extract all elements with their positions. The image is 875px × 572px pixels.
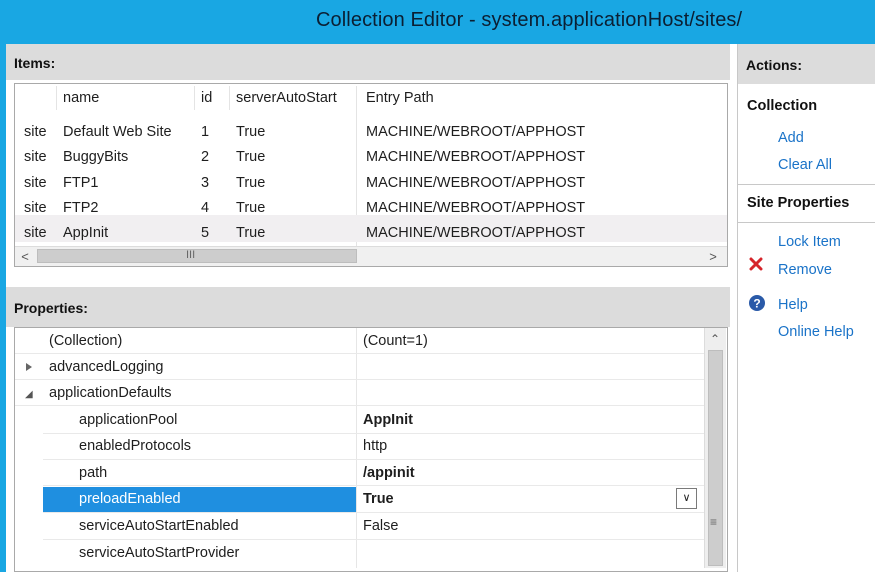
property-name: advancedLogging — [49, 359, 164, 375]
row-entry-path: MACHINE/WEBROOT/APPHOST — [366, 149, 586, 165]
row-name: Default Web Site — [63, 124, 172, 140]
property-name: serviceAutoStartEnabled — [79, 518, 239, 534]
action-group-collection: Collection — [747, 98, 818, 114]
column-divider — [56, 86, 57, 110]
row-divider — [43, 433, 704, 434]
remove-icon — [749, 257, 763, 274]
property-name: applicationPool — [79, 412, 178, 428]
title-bar[interactable]: Collection Editor - system.applicationHo… — [0, 0, 875, 44]
properties-header-label: Properties: — [14, 300, 88, 316]
row-serverautostart: True — [236, 124, 266, 140]
row-entry-path: MACHINE/WEBROOT/APPHOST — [366, 225, 586, 241]
column-divider — [229, 86, 230, 110]
row-type: site — [24, 124, 47, 140]
column-header-serverautostart[interactable]: serverAutoStart — [236, 90, 337, 106]
online-help-link[interactable]: Online Help — [778, 324, 854, 340]
row-id: 5 — [201, 225, 210, 241]
scroll-left-button[interactable]: < — [15, 247, 35, 266]
property-name: preloadEnabled — [79, 491, 181, 507]
items-header-label: Items: — [14, 55, 56, 71]
row-entry-path: MACHINE/WEBROOT/APPHOST — [366, 124, 586, 140]
lock-item-link[interactable]: Lock Item — [778, 234, 841, 250]
chevron-down-icon: ∨ — [682, 492, 691, 504]
column-divider — [194, 86, 195, 110]
actions-header: Actions: — [738, 44, 875, 84]
property-value: AppInit — [363, 412, 413, 428]
row-divider — [43, 539, 704, 540]
scroll-thumb[interactable]: III — [37, 249, 357, 263]
remove-link[interactable]: Remove — [778, 262, 832, 278]
expand-arrow-icon[interactable] — [26, 363, 32, 371]
row-type: site — [24, 175, 47, 191]
property-name: serviceAutoStartProvider — [79, 545, 240, 561]
row-type: site — [24, 200, 47, 216]
property-name: path — [79, 465, 108, 481]
scroll-grip-icon: ≡ — [710, 515, 718, 529]
add-link[interactable]: Add — [778, 130, 804, 146]
row-type: site — [24, 225, 47, 241]
row-serverautostart: True — [236, 175, 266, 191]
collapse-arrow-icon[interactable]: ◢ — [25, 389, 33, 400]
properties-header: Properties: — [6, 287, 730, 327]
column-header-entry-path[interactable]: Entry Path — [366, 90, 434, 106]
row-serverautostart: True — [236, 225, 266, 241]
property-name: applicationDefaults — [49, 385, 172, 401]
column-header-id[interactable]: id — [201, 90, 212, 106]
property-value: (Count=1) — [363, 333, 428, 349]
clear-all-link[interactable]: Clear All — [778, 157, 832, 173]
items-horizontal-scrollbar[interactable]: < III > — [15, 246, 727, 266]
dropdown-button[interactable]: ∨ — [676, 488, 697, 509]
row-id: 2 — [201, 149, 210, 165]
row-id: 3 — [201, 175, 210, 191]
help-link[interactable]: Help — [778, 297, 808, 313]
row-id: 4 — [201, 200, 210, 216]
row-type: site — [24, 149, 47, 165]
column-header-name[interactable]: name — [63, 90, 99, 106]
row-divider — [15, 379, 704, 380]
row-divider — [15, 405, 704, 406]
row-divider — [43, 485, 704, 486]
property-value[interactable]: True — [363, 491, 394, 507]
help-icon: ? — [748, 294, 766, 315]
scroll-right-button[interactable]: > — [703, 247, 723, 266]
property-name: enabledProtocols — [79, 438, 192, 454]
row-serverautostart: True — [236, 149, 266, 165]
scroll-grip-icon: III — [186, 249, 196, 261]
property-value: /appinit — [363, 465, 415, 481]
window-title: Collection Editor - system.applicationHo… — [316, 9, 743, 31]
properties-vertical-scrollbar[interactable]: ⌃ ≡ — [704, 328, 726, 568]
action-divider — [738, 222, 875, 223]
action-divider — [738, 184, 875, 185]
row-entry-path: MACHINE/WEBROOT/APPHOST — [366, 200, 586, 216]
property-value: http — [363, 438, 388, 454]
scroll-up-button[interactable]: ⌃ — [710, 332, 720, 346]
property-name: (Collection) — [49, 333, 123, 349]
row-serverautostart: True — [236, 200, 266, 216]
row-name: AppInit — [63, 225, 109, 241]
row-name: FTP2 — [63, 200, 99, 216]
action-group-site-properties: Site Properties — [747, 195, 850, 211]
actions-header-label: Actions: — [746, 57, 802, 73]
actions-pane: Actions: Collection Add Clear All Site P… — [737, 44, 875, 572]
row-divider — [43, 459, 704, 460]
row-divider — [43, 512, 704, 513]
scroll-thumb[interactable]: ≡ — [708, 350, 723, 566]
row-name: FTP1 — [63, 175, 99, 191]
svg-text:?: ? — [753, 297, 760, 311]
row-entry-path: MACHINE/WEBROOT/APPHOST — [366, 175, 586, 191]
row-id: 1 — [201, 124, 210, 140]
row-name: BuggyBits — [63, 149, 129, 165]
property-value: False — [363, 518, 399, 534]
items-header: Items: — [6, 44, 730, 80]
property-column-divider — [356, 328, 357, 568]
row-divider — [15, 353, 704, 354]
